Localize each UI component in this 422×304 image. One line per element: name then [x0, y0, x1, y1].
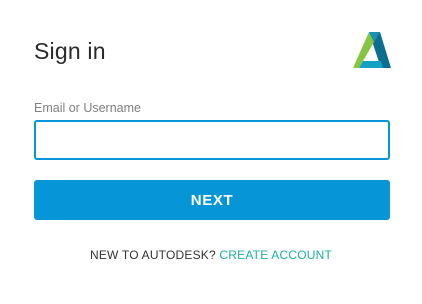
signup-prompt: NEW TO AUTODESK?	[89, 248, 220, 262]
next-button[interactable]: NEXT	[34, 180, 390, 220]
signup-row: NEW TO AUTODESK? CREATE ACCOUNT	[0, 248, 422, 263]
email-field[interactable]	[34, 120, 390, 160]
email-field-label: Email or Username	[34, 101, 141, 115]
create-account-link[interactable]: CREATE ACCOUNT	[219, 248, 332, 262]
autodesk-logo-icon	[353, 32, 391, 68]
page-title: Sign in	[34, 38, 106, 64]
